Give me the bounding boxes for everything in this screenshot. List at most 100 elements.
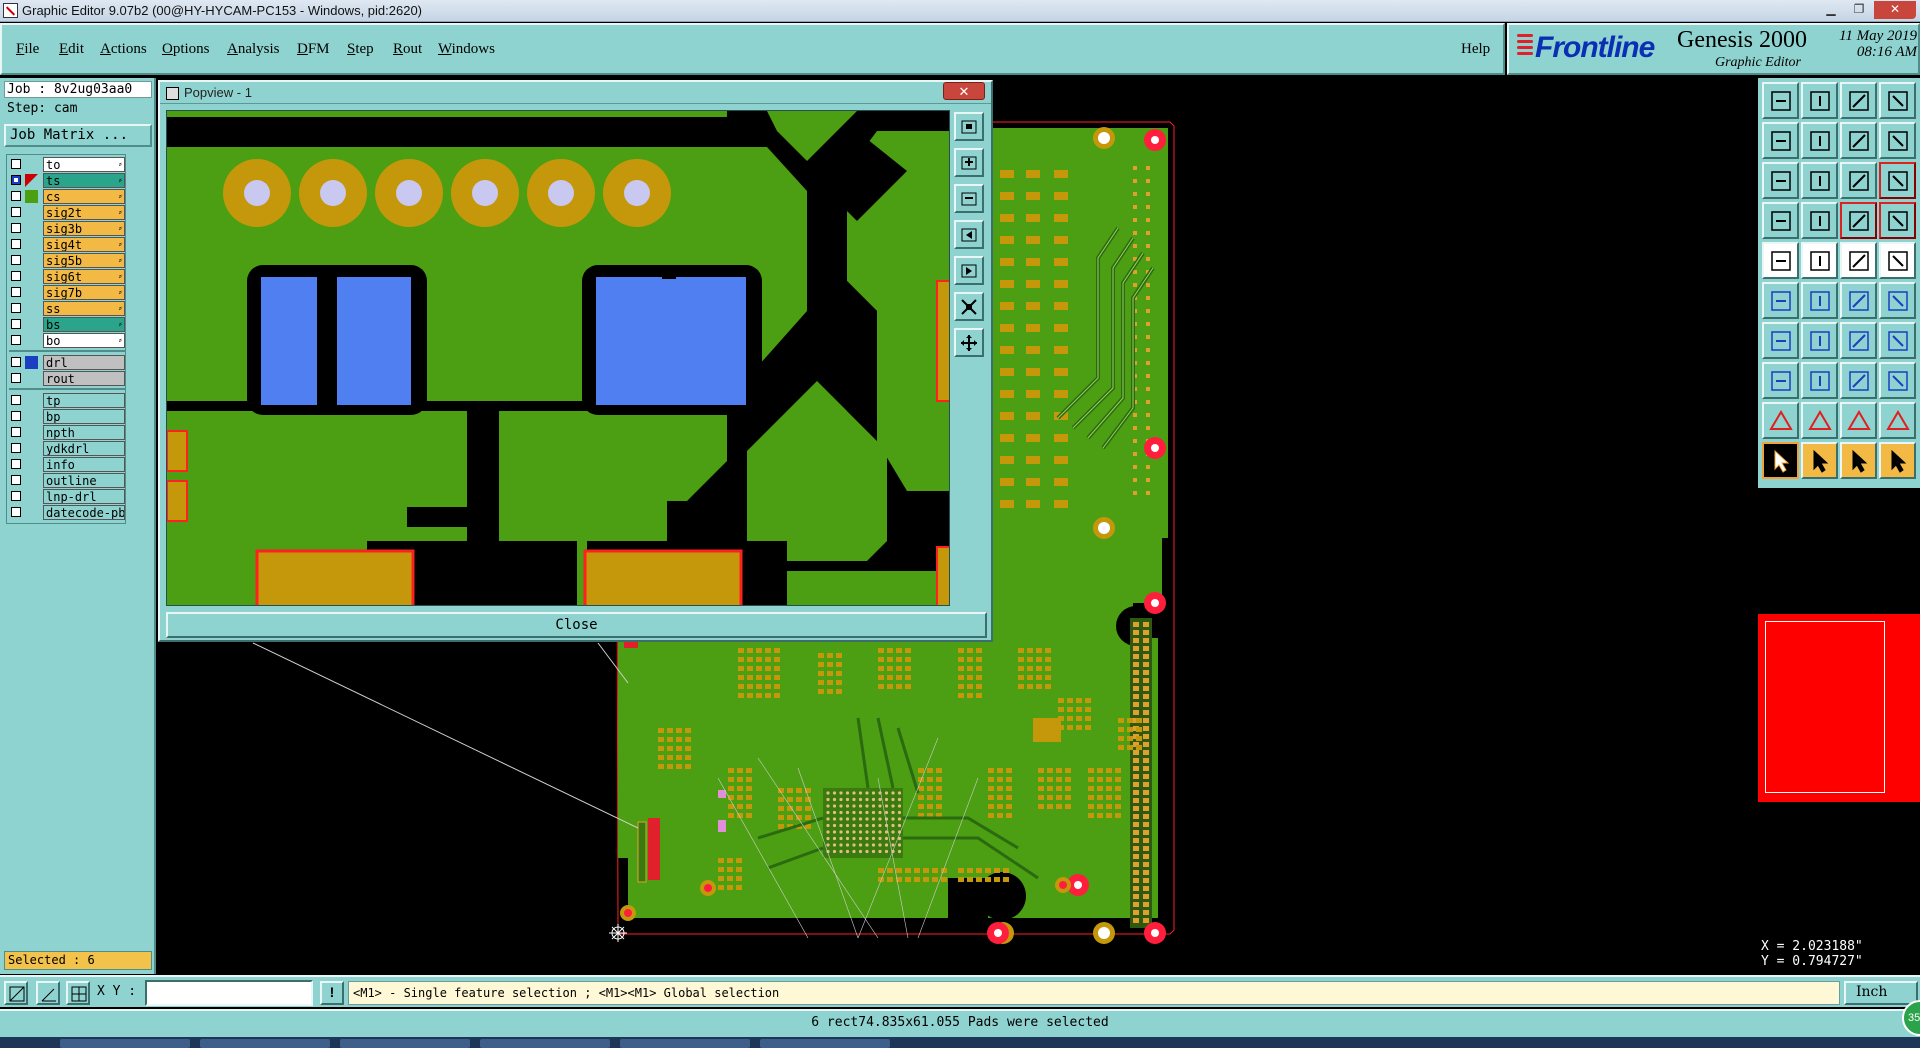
minus-icon[interactable] (1801, 362, 1838, 399)
ruler-icon[interactable] (1840, 242, 1877, 279)
menu-step[interactable]: Step (347, 41, 374, 58)
layer-row-cs[interactable]: cs ⸗ (9, 189, 125, 204)
layer-row-sig2t[interactable]: sig2t ⸗ (9, 205, 125, 220)
popview-fit-icon[interactable] (954, 292, 984, 321)
layer-checkbox[interactable] (11, 491, 21, 501)
layer-row-tp[interactable]: tp (9, 393, 125, 408)
home-icon[interactable] (1840, 82, 1877, 119)
snap-icon[interactable] (1879, 122, 1916, 159)
grid-icon[interactable] (66, 981, 90, 1005)
undo-zoom-icon[interactable] (1762, 122, 1799, 159)
angle-icon[interactable] (36, 981, 60, 1005)
popview-title-bar[interactable]: Popview - 1 ✕ (160, 82, 991, 104)
layer-checkbox[interactable] (11, 303, 21, 313)
layer-checkbox[interactable] (11, 411, 21, 421)
job-matrix-button[interactable]: Job Matrix ... (4, 124, 152, 147)
line-icon[interactable] (1840, 282, 1877, 319)
popview-board-zoom[interactable] (167, 111, 950, 606)
filter-icon[interactable] (1879, 202, 1916, 239)
spread-icon[interactable] (1840, 362, 1877, 399)
layers-icon[interactable] (1840, 202, 1877, 239)
layer-checkbox[interactable] (11, 191, 21, 201)
layer-checkbox[interactable] (11, 175, 21, 185)
bridge-icon[interactable] (1840, 402, 1877, 439)
layer-row-outline[interactable]: outline (9, 473, 125, 488)
popview-zoom-in-icon[interactable] (954, 148, 984, 177)
layer-checkbox[interactable] (11, 507, 21, 517)
layer-checkbox[interactable] (11, 373, 21, 383)
reshape-icon[interactable] (1801, 242, 1838, 279)
layer-checkbox[interactable] (11, 239, 21, 249)
measure-icon[interactable] (1762, 202, 1799, 239)
rotate-icon[interactable] (1840, 322, 1877, 359)
layer-row-ss[interactable]: ss ⸗ (9, 301, 125, 316)
pad-icon[interactable] (1762, 242, 1799, 279)
menu-edit[interactable]: Edit (59, 41, 84, 58)
layer-row-drl[interactable]: drl (9, 355, 125, 370)
pause-button[interactable]: ! (320, 981, 344, 1005)
save-icon[interactable] (1801, 82, 1838, 119)
move-arrow-icon[interactable] (1840, 442, 1877, 479)
menu-actions[interactable]: Actions (100, 41, 147, 58)
popview-close-button[interactable]: Close (166, 612, 987, 638)
pick-arrow-icon[interactable] (1801, 442, 1838, 479)
layer-checkbox[interactable] (11, 395, 21, 405)
grid-icon[interactable] (1801, 202, 1838, 239)
menu-dfm[interactable]: DFM (297, 41, 330, 58)
layer-checkbox[interactable] (11, 335, 21, 345)
layer-checkbox[interactable] (11, 287, 21, 297)
taskbar-item[interactable] (60, 1039, 190, 1048)
layer-checkbox[interactable] (11, 427, 21, 437)
group-icon[interactable] (1879, 362, 1916, 399)
menu-rout[interactable]: Rout (393, 41, 422, 58)
layer-row-npth[interactable]: npth (9, 425, 125, 440)
popview-pan-right-icon[interactable] (954, 256, 984, 285)
connect-icon[interactable] (1762, 282, 1799, 319)
arch-icon[interactable] (1879, 402, 1916, 439)
layer-row-bs[interactable]: bs ⸗ (9, 317, 125, 332)
layer-row-sig5b[interactable]: sig5b ⸗ (9, 253, 125, 268)
circle-icon[interactable] (1879, 242, 1916, 279)
layer-row-sig7b[interactable]: sig7b ⸗ (9, 285, 125, 300)
layer-checkbox[interactable] (11, 357, 21, 367)
layer-checkbox[interactable] (11, 319, 21, 329)
query-icon[interactable] (1879, 162, 1916, 199)
taskbar-item[interactable] (340, 1039, 470, 1048)
layer-checkbox[interactable] (11, 459, 21, 469)
layer-row-info[interactable]: info (9, 457, 125, 472)
popview-center-icon[interactable] (954, 328, 984, 357)
overview-panel[interactable] (1758, 490, 1920, 934)
layer-row-ydkdrl[interactable]: ydkdrl (9, 441, 125, 456)
select-arrow-icon[interactable] (1762, 442, 1799, 479)
center-icon[interactable] (1801, 162, 1838, 199)
mirror-icon[interactable] (1879, 322, 1916, 359)
route-icon[interactable] (1879, 442, 1916, 479)
popview-zoom-view[interactable] (166, 110, 950, 606)
layer-checkbox[interactable] (11, 271, 21, 281)
layer-checkbox[interactable] (11, 443, 21, 453)
menu-help[interactable]: Help (1461, 41, 1490, 58)
taskbar-item[interactable] (200, 1039, 330, 1048)
layer-checkbox[interactable] (11, 223, 21, 233)
window-icon[interactable] (1879, 82, 1916, 119)
popview-close-icon[interactable]: ✕ (943, 82, 985, 100)
node-icon[interactable] (1762, 362, 1799, 399)
taskbar-item[interactable] (760, 1039, 890, 1048)
layer-row-sig3b[interactable]: sig3b ⸗ (9, 221, 125, 236)
menu-file[interactable]: File (16, 41, 39, 58)
taskbar-item[interactable] (620, 1039, 750, 1048)
layer-row-to[interactable]: to ⸗ (9, 157, 125, 172)
step-icon[interactable] (1840, 122, 1877, 159)
overview-view-box[interactable] (1765, 621, 1885, 793)
open-job-icon[interactable] (1762, 82, 1799, 119)
slash-icon[interactable] (1801, 322, 1838, 359)
menu-windows[interactable]: Windows (438, 41, 495, 58)
layer-checkbox[interactable] (11, 207, 21, 217)
close-window-icon[interactable]: ✕ (1874, 1, 1916, 19)
menu-options[interactable]: Options (162, 41, 210, 58)
layer-row-sig6t[interactable]: sig6t ⸗ (9, 269, 125, 284)
layer-checkbox[interactable] (11, 159, 21, 169)
minimize-icon[interactable]: ▁ (1818, 1, 1844, 19)
layer-row-rout[interactable]: rout (9, 371, 125, 386)
cross-icon[interactable] (1801, 282, 1838, 319)
